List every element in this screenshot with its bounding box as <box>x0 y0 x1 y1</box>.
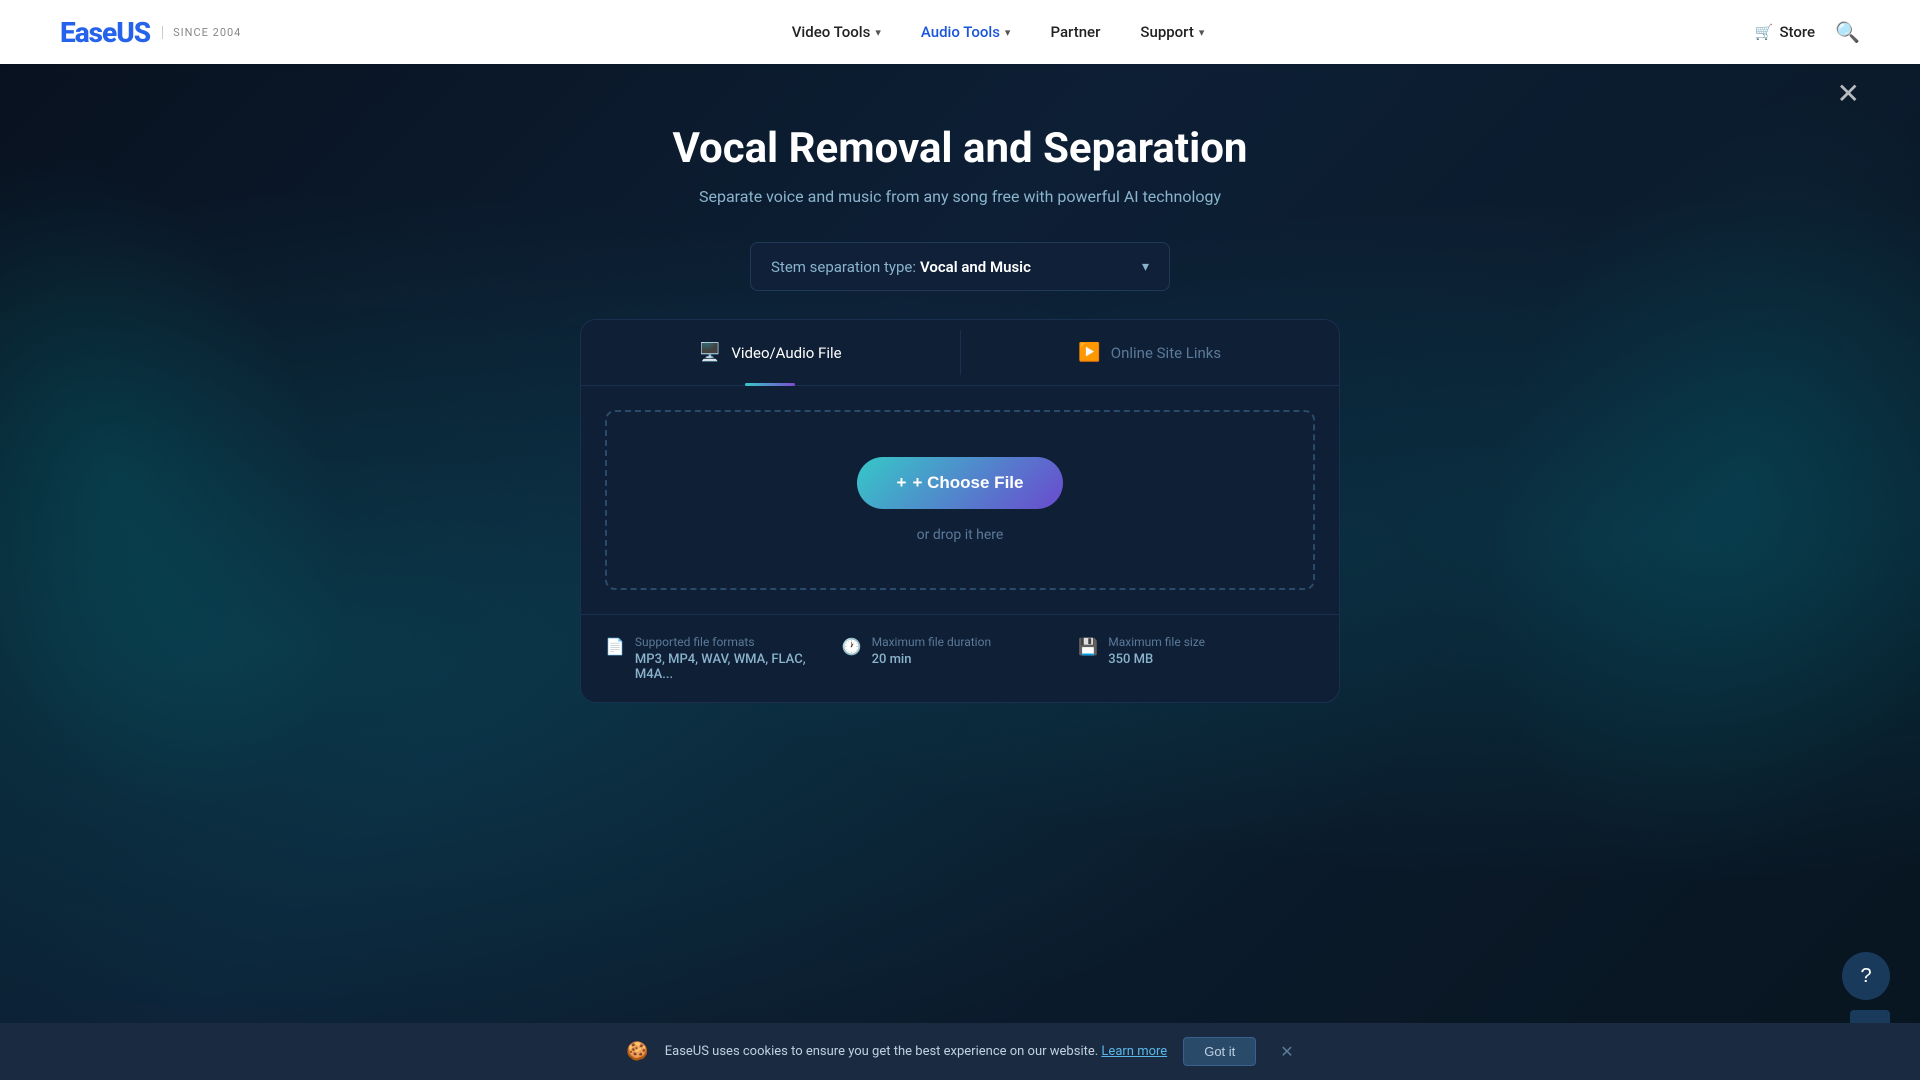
nav-item-video-tools[interactable]: Video Tools ▾ <box>792 23 881 41</box>
info-item-size: 💾 Maximum file size 350 MB <box>1078 635 1315 682</box>
search-icon[interactable]: 🔍 <box>1835 20 1860 44</box>
link-icon: ▶️ <box>1078 342 1100 363</box>
logo-since: SINCE 2004 <box>162 26 241 39</box>
cookie-text: EaseUS uses cookies to ensure you get th… <box>665 1044 1167 1059</box>
chevron-down-icon: ▾ <box>1142 259 1149 275</box>
chevron-down-icon: ▾ <box>875 26 881 39</box>
page-subtitle: Separate voice and music from any song f… <box>699 187 1221 206</box>
main-content: Vocal Removal and Separation Separate vo… <box>0 64 1920 703</box>
logo-area[interactable]: EaseUS SINCE 2004 <box>60 16 241 49</box>
file-icon: 📄 <box>605 637 625 656</box>
stem-separation-dropdown[interactable]: Stem separation type: Vocal and Music ▾ <box>750 242 1170 291</box>
info-item-duration: 🕐 Maximum file duration 20 min <box>842 635 1079 682</box>
upload-tabs: 🖥️ Video/Audio File ▶️ Online Site Links <box>581 320 1339 386</box>
page-title: Vocal Removal and Separation <box>673 124 1248 173</box>
logo-text: EaseUS <box>60 16 150 49</box>
got-it-button[interactable]: Got it <box>1183 1037 1256 1066</box>
chevron-down-icon: ▾ <box>1199 26 1205 39</box>
formats-label: Supported file formats <box>635 635 842 649</box>
stem-dropdown-label: Stem separation type: <box>771 258 916 276</box>
close-button[interactable]: ✕ <box>1837 80 1860 108</box>
choose-file-button[interactable]: + + Choose File <box>857 457 1064 509</box>
info-formats-text: Supported file formats MP3, MP4, WAV, WM… <box>635 635 842 682</box>
chevron-down-icon: ▾ <box>1005 26 1011 39</box>
cookie-icon: 🍪 <box>626 1041 648 1062</box>
size-icon: 💾 <box>1078 637 1098 656</box>
question-mark-icon: ? <box>1860 965 1871 988</box>
info-duration-text: Maximum file duration 20 min <box>872 635 991 667</box>
info-item-formats: 📄 Supported file formats MP3, MP4, WAV, … <box>605 635 842 682</box>
tab-online-links[interactable]: ▶️ Online Site Links <box>961 320 1340 385</box>
store-button[interactable]: 🛒 Store <box>1755 23 1815 41</box>
size-value: 350 MB <box>1108 652 1205 667</box>
clock-icon: 🕐 <box>842 637 862 656</box>
drop-zone[interactable]: + + Choose File or drop it here <box>605 410 1315 590</box>
stem-dropdown-label-area: Stem separation type: Vocal and Music <box>771 257 1031 276</box>
size-label: Maximum file size <box>1108 635 1205 649</box>
stem-dropdown-value: Vocal and Music <box>920 258 1031 276</box>
nav-links: Video Tools ▾ Audio Tools ▾ Partner Supp… <box>792 23 1205 41</box>
nav-item-partner[interactable]: Partner <box>1050 23 1100 41</box>
info-size-text: Maximum file size 350 MB <box>1108 635 1205 667</box>
nav-right: 🛒 Store 🔍 <box>1755 20 1860 44</box>
info-row: 📄 Supported file formats MP3, MP4, WAV, … <box>581 614 1339 702</box>
cookie-bar: 🍪 EaseUS uses cookies to ensure you get … <box>0 1023 1920 1080</box>
tab-video-audio[interactable]: 🖥️ Video/Audio File <box>581 320 960 385</box>
learn-more-link[interactable]: Learn more <box>1101 1044 1167 1059</box>
help-button[interactable]: ? <box>1842 952 1890 1000</box>
plus-icon: + <box>897 473 907 493</box>
drop-text: or drop it here <box>917 527 1004 543</box>
cart-icon: 🛒 <box>1755 23 1774 41</box>
upload-card: 🖥️ Video/Audio File ▶️ Online Site Links… <box>580 319 1340 703</box>
cookie-close-icon[interactable]: ✕ <box>1280 1042 1293 1061</box>
nav-item-support[interactable]: Support ▾ <box>1140 23 1204 41</box>
formats-value: MP3, MP4, WAV, WMA, FLAC, M4A... <box>635 652 842 682</box>
duration-value: 20 min <box>872 652 991 667</box>
file-icon: 🖥️ <box>699 342 721 363</box>
duration-label: Maximum file duration <box>872 635 991 649</box>
nav-item-audio-tools[interactable]: Audio Tools ▾ <box>921 23 1011 41</box>
navbar: EaseUS SINCE 2004 Video Tools ▾ Audio To… <box>0 0 1920 64</box>
